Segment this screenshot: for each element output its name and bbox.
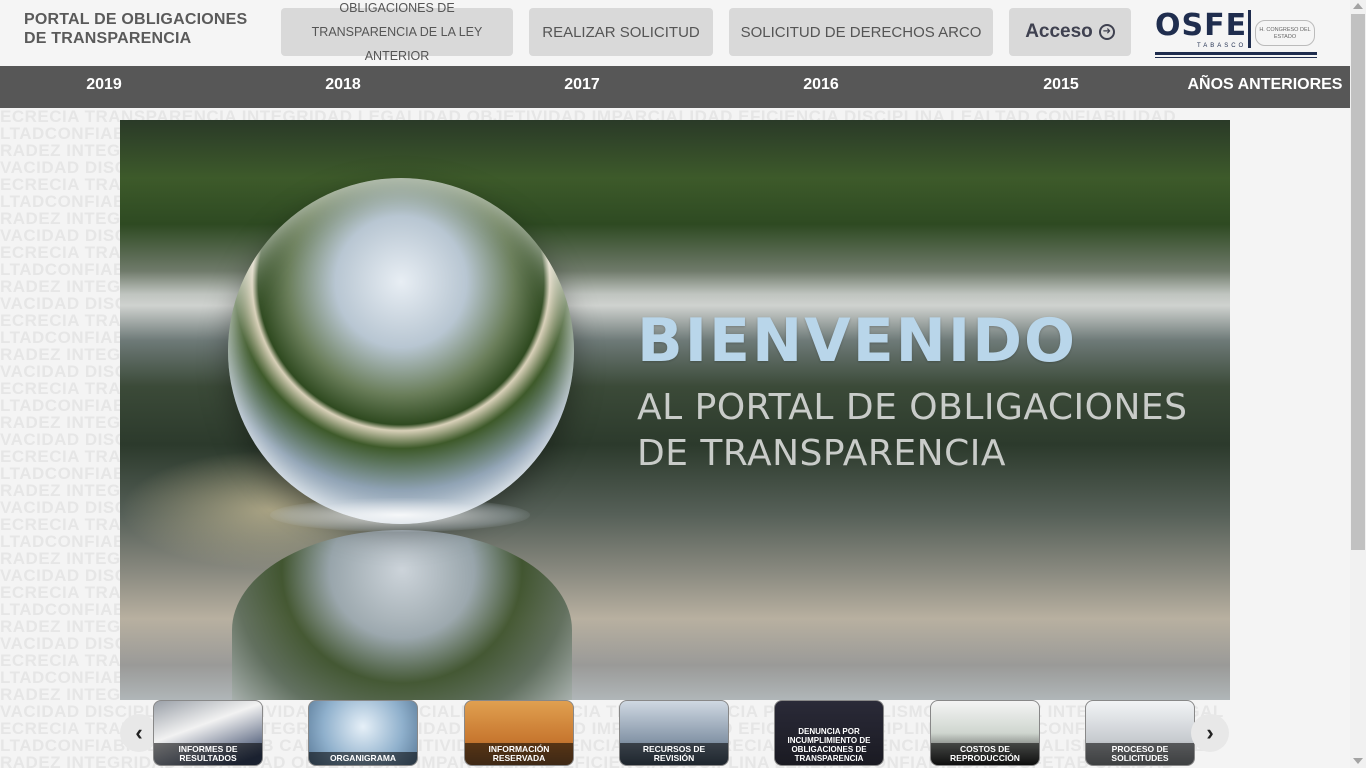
carousel-item-label: PROCESO DE SOLICITUDES [1086,743,1194,765]
carousel-item-label: DENUNCIA POR INCUMPLIMIENTO DE OBLIGACIO… [787,727,871,763]
carousel-item-denuncia[interactable]: DENUNCIA POR INCUMPLIMIENTO DE OBLIGACIO… [774,700,884,766]
osfe-logo[interactable]: OSFE TABASCO H. CONGRESO DEL ESTADO [1155,8,1320,58]
logo-subtext: TABASCO [1197,43,1247,49]
year-link-anteriores[interactable]: AÑOS ANTERIORES [1180,66,1350,108]
carousel-item-organigrama[interactable]: ORGANIGRAMA [308,700,418,766]
logo-text: OSFE [1155,8,1248,43]
ley-anterior-button[interactable]: OBLIGACIONES DE TRANSPARENCIA DE LA LEY … [281,1,513,63]
acceso-button[interactable]: Acceso ➜ [1009,8,1131,56]
year-link-2015[interactable]: 2015 [1021,66,1101,108]
carousel-item-label: ORGANIGRAMA [309,752,417,765]
year-link-2016[interactable]: 2016 [781,66,861,108]
carousel-item-proceso[interactable]: PROCESO DE SOLICITUDES [1085,700,1195,766]
site-header: PORTAL DE OBLIGACIONES DE TRANSPARENCIA … [0,0,1350,66]
carousel-item-label: RECURSOS DE REVISIÓN [620,743,728,765]
carousel-item-informes[interactable]: INFORMES DE RESULTADOS [153,700,263,766]
carousel-item-label: INFORMES DE RESULTADOS [154,743,262,765]
year-link-2018[interactable]: 2018 [303,66,383,108]
logo-underline-thin [1155,57,1317,58]
arrow-right-circle-icon: ➜ [1098,24,1115,40]
hero-subheadline: AL PORTAL DE OBLIGACIONES DE TRANSPARENC… [637,387,1188,474]
carousel-item-recursos[interactable]: RECURSOS DE REVISIÓN [619,700,729,766]
carousel-item-label: COSTOS DE REPRODUCCIÓN [931,743,1039,765]
carousel-item-label: INFORMACIÓN RESERVADA [465,743,573,765]
realizar-solicitud-button[interactable]: REALIZAR SOLICITUD [529,8,713,56]
hero-banner: BIENVENIDO AL PORTAL DE OBLIGACIONES DE … [120,120,1230,700]
sphere-base [270,498,530,532]
carousel-item-reservada[interactable]: INFORMACIÓN RESERVADA [464,700,574,766]
acceso-label: Acceso [1025,21,1093,42]
scroll-down-icon[interactable] [1353,758,1363,764]
crystal-sphere-image [228,178,574,524]
carousel-item-costos[interactable]: COSTOS DE REPRODUCCIÓN [930,700,1040,766]
logo-underline [1155,52,1317,55]
logo-divider [1248,10,1251,48]
scrollbar-thumb[interactable] [1351,14,1365,550]
chevron-right-icon[interactable]: › [1191,714,1229,752]
derechos-arco-button[interactable]: SOLICITUD DE DERECHOS ARCO [729,8,993,56]
year-nav: 2019 2018 2017 2016 2015 AÑOS ANTERIORES [0,66,1350,108]
year-link-2019[interactable]: 2019 [64,66,144,108]
hero-headline: BIENVENIDO [637,306,1078,376]
year-link-2017[interactable]: 2017 [542,66,622,108]
portal-title[interactable]: PORTAL DE OBLIGACIONES DE TRANSPARENCIA [24,10,264,48]
scroll-up-icon[interactable] [1353,3,1363,9]
congreso-seal: H. CONGRESO DEL ESTADO [1255,20,1315,46]
